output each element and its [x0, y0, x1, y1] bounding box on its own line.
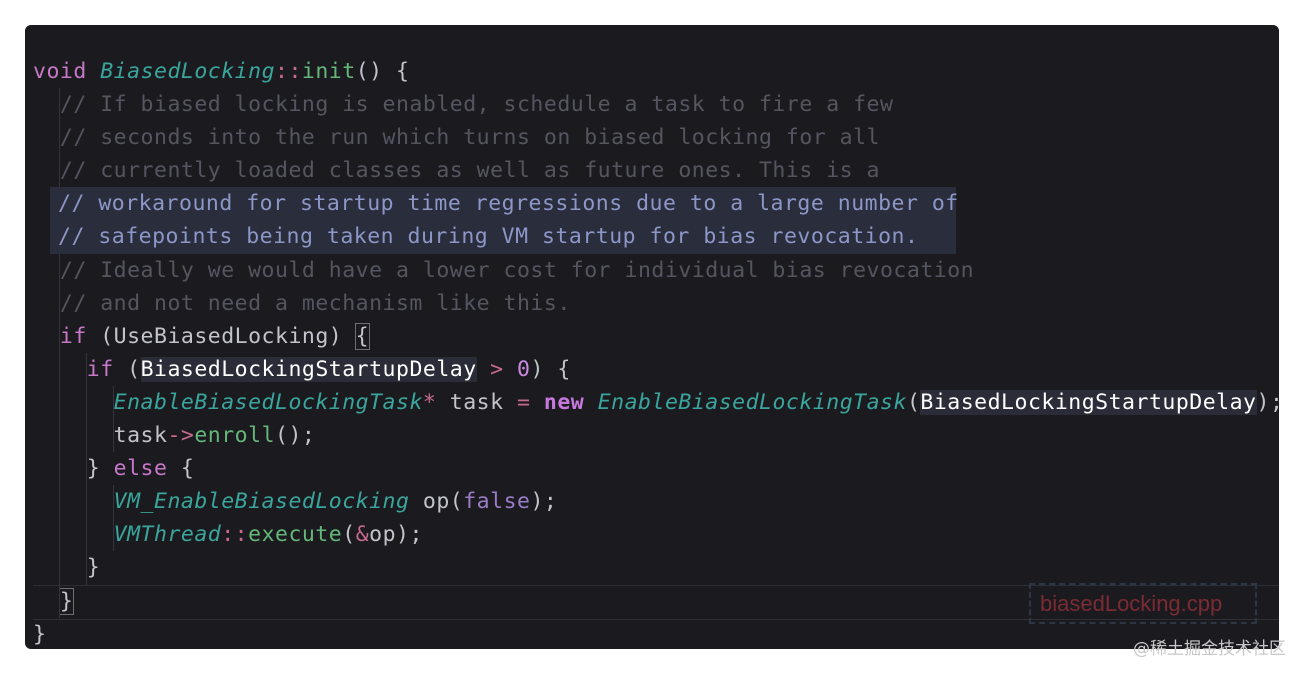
indent-guide: [113, 518, 114, 552]
indent-guide: [113, 419, 114, 453]
closing-brace: }: [33, 621, 47, 647]
code-editor-window: void BiasedLocking::init() { // If biase…: [25, 25, 1279, 649]
indent-guide: [86, 518, 87, 552]
code-line-12: task->enroll();: [25, 419, 1279, 453]
code-line-4: // currently loaded classes as well as f…: [25, 154, 1279, 188]
code-comment: // workaround for startup time regressio…: [58, 191, 959, 217]
code-line-13: } else {: [25, 452, 1279, 486]
code-punct: (: [86, 323, 114, 349]
type-name: VMThread: [113, 522, 222, 548]
indent-guide: [59, 88, 60, 122]
code-comment: // Ideally we would have a lower cost fo…: [59, 257, 975, 283]
code-line-10: if (BiasedLockingStartupDelay > 0) {: [25, 352, 1279, 386]
indent-guide: [59, 518, 60, 552]
code-punct: ) {: [530, 356, 571, 382]
closing-brace: }: [86, 555, 101, 581]
code-line-3: // seconds into the run which turns on b…: [25, 121, 1279, 155]
code-punct: (: [906, 389, 921, 415]
indent-guide: [59, 419, 60, 453]
keyword: void: [33, 59, 87, 84]
indent-guide: [59, 551, 60, 585]
code-punct: op);: [369, 522, 423, 548]
keyword: if: [59, 323, 87, 349]
indent-guide: [113, 485, 114, 519]
variable: op(: [409, 489, 464, 515]
code-block: void BiasedLocking::init() { // If biase…: [25, 55, 1279, 649]
indent-guide: [86, 551, 87, 585]
class-name: BiasedLocking: [100, 59, 276, 84]
code-line-2: // If biased locking is enabled, schedul…: [25, 88, 1279, 122]
indent-guide: [59, 485, 60, 519]
file-name-label: biasedLocking.cpp: [1029, 583, 1257, 624]
indent-guide: [86, 485, 87, 519]
code-punct: {: [167, 456, 195, 482]
operator: =: [517, 389, 531, 415]
keyword: if: [86, 356, 114, 382]
indent-guide: [59, 319, 60, 353]
type-name: EnableBiasedLockingTask: [597, 389, 907, 415]
function-name: enroll: [194, 423, 276, 449]
function-name: init: [301, 59, 356, 84]
function-name: execute: [248, 522, 343, 548]
bool-literal: false: [463, 489, 531, 515]
code-comment: // seconds into the run which turns on b…: [59, 125, 880, 151]
code-punct: (: [113, 356, 141, 382]
code-line-11: EnableBiasedLockingTask* task = new Enab…: [25, 385, 1280, 420]
code-line-6-selected[interactable]: // safepoints being taken during VM star…: [50, 220, 956, 254]
code-punct: ();: [275, 423, 316, 449]
code-line-15: VMThread::execute(&op);: [25, 518, 1279, 552]
identifier: BiasedLockingStartupDelay: [920, 389, 1257, 415]
code-line-16: }: [25, 551, 1279, 585]
indent-guide: [59, 452, 60, 486]
code-punct: );: [530, 489, 558, 515]
scope-operator: ::: [275, 59, 302, 84]
arrow-operator: ->: [167, 423, 195, 449]
code-punct: );: [1256, 389, 1280, 415]
code-line-5-selected[interactable]: // workaround for startup time regressio…: [50, 187, 959, 221]
identifier: UseBiasedLocking: [113, 323, 329, 349]
indent-guide: [59, 352, 60, 386]
number-literal: 0: [517, 356, 531, 382]
watermark: @稀土掘金技术社区: [1133, 639, 1286, 659]
code-line-9: if (UseBiasedLocking) {: [25, 319, 1279, 353]
code-punct: ): [328, 323, 356, 349]
code-line-1: void BiasedLocking::init() {: [25, 55, 1279, 88]
type-name: VM_EnableBiasedLocking: [113, 489, 410, 515]
code-comment: // currently loaded classes as well as f…: [59, 158, 880, 184]
code-line-8: // and not need a mechanism like this.: [25, 286, 1279, 320]
code-line-7: // Ideally we would have a lower cost fo…: [25, 253, 1279, 287]
indent-guide: [59, 286, 60, 320]
variable: task: [436, 389, 518, 415]
indent-guide: [86, 385, 87, 420]
matched-brace: {: [354, 322, 371, 350]
code-punct: (: [342, 522, 356, 548]
keyword: new: [543, 389, 585, 415]
code-comment: // If biased locking is enabled, schedul…: [59, 92, 894, 118]
operator: >: [476, 356, 518, 382]
indent-guide: [59, 253, 60, 287]
indent-guide: [59, 385, 60, 420]
identifier: BiasedLockingStartupDelay: [140, 356, 477, 382]
code-line-14: VM_EnableBiasedLocking op(false);: [25, 485, 1279, 519]
indent-guide: [59, 154, 60, 188]
scope-operator: ::: [221, 522, 249, 548]
indent-guide: [86, 352, 87, 386]
indent-guide: [86, 419, 87, 453]
code-comment: // and not need a mechanism like this.: [59, 290, 571, 316]
pointer-operator: *: [422, 389, 437, 415]
code-comment: // safepoints being taken during VM star…: [58, 224, 919, 250]
indent-guide: [59, 584, 60, 618]
code-punct: }: [86, 456, 114, 482]
indent-guide: [86, 452, 87, 486]
variable: task: [113, 423, 168, 449]
indent-guide: [113, 385, 114, 420]
address-operator: &: [355, 522, 370, 548]
type-name: EnableBiasedLockingTask: [113, 389, 423, 415]
keyword: else: [113, 456, 168, 482]
code-punct: () {: [355, 59, 410, 84]
indent-guide: [59, 121, 60, 155]
